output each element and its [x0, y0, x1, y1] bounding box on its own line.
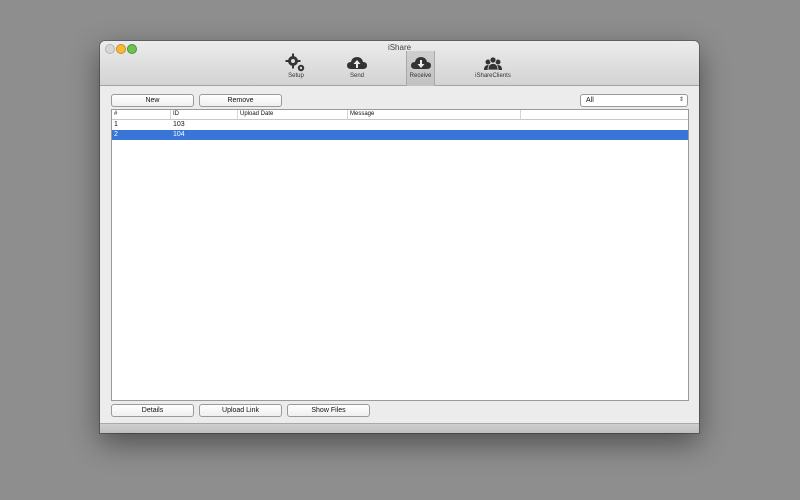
upload-link-button[interactable]: Upload Link: [199, 404, 282, 417]
filter-select[interactable]: All ⇕: [580, 94, 688, 107]
toolbar-receive[interactable]: Receive: [406, 51, 435, 86]
column-header-upload-date[interactable]: Upload Date: [238, 110, 348, 119]
toolbar-setup[interactable]: Setup: [282, 53, 310, 79]
column-header-extra[interactable]: [521, 110, 688, 119]
cloud-upload-icon: [347, 57, 367, 69]
toolbar-setup-label: Setup: [288, 73, 304, 79]
table-header: # ID Upload Date Message: [112, 110, 688, 120]
toolbar-ishareclients-label: iShareClients: [475, 73, 511, 79]
table-row[interactable]: 1 103: [112, 120, 688, 130]
window-bottom-bar: [100, 423, 699, 433]
remove-button[interactable]: Remove: [199, 94, 282, 107]
column-header-id[interactable]: ID: [171, 110, 238, 119]
toolbar-send[interactable]: Send: [343, 53, 371, 79]
filter-select-value: All: [586, 97, 594, 104]
row-number: 1: [114, 121, 118, 128]
show-files-button[interactable]: Show Files: [287, 404, 370, 417]
column-header-message[interactable]: Message: [348, 110, 521, 119]
title-bar[interactable]: iShare Setup Send Receive iShareClients: [100, 41, 699, 86]
toolbar-send-label: Send: [349, 73, 364, 79]
users-icon: [484, 56, 502, 71]
uploads-table[interactable]: # ID Upload Date Message 1 103 2 104: [111, 109, 689, 401]
toolbar-ishareclients[interactable]: iShareClients: [470, 53, 516, 79]
window-title: iShare: [387, 43, 412, 52]
ishare-window: iShare Setup Send Receive iShareClients …: [100, 41, 699, 433]
table-row-selected[interactable]: 2 104: [112, 130, 688, 140]
row-id: 103: [173, 121, 185, 128]
details-button[interactable]: Details: [111, 404, 194, 417]
cloud-download-icon: [410, 57, 431, 69]
updown-arrows-icon: ⇕: [678, 97, 684, 103]
new-button[interactable]: New: [111, 94, 194, 107]
column-header-number[interactable]: #: [112, 110, 171, 119]
row-id: 104: [173, 131, 185, 138]
toolbar-receive-label: Receive: [409, 73, 432, 79]
gears-icon: [285, 53, 305, 72]
row-number: 2: [114, 131, 118, 138]
